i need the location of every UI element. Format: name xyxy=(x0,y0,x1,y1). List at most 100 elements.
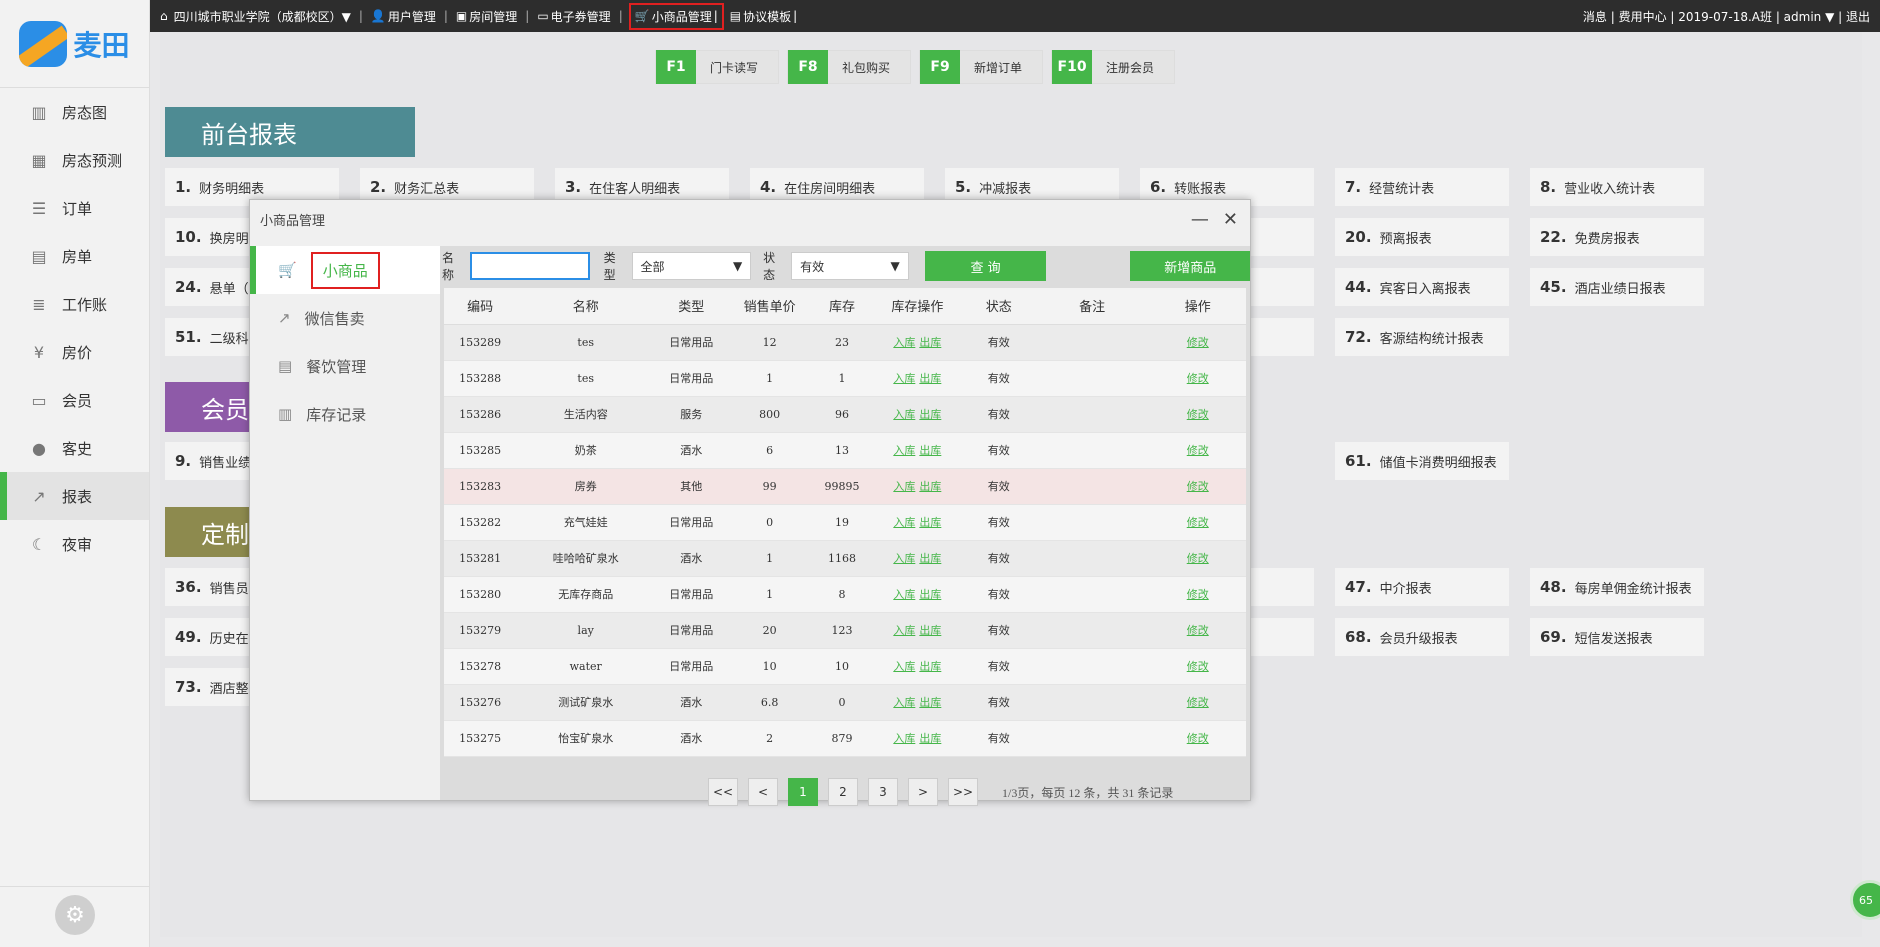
page-button[interactable]: >> xyxy=(948,778,978,806)
report-card[interactable]: 22. 免费房报表 xyxy=(1530,218,1704,256)
stock-out-link[interactable]: 出库 xyxy=(919,624,941,637)
page-info: 1/3页，每页 12 条，共 31 条记录 xyxy=(1002,785,1174,800)
page-button[interactable]: 2 xyxy=(828,778,858,806)
stock-out-link[interactable]: 出库 xyxy=(919,696,941,709)
stock-out-link[interactable]: 出库 xyxy=(919,732,941,745)
edit-link[interactable]: 修改 xyxy=(1187,624,1209,637)
stock-out-link[interactable]: 出库 xyxy=(919,588,941,601)
top-right-links[interactable]: 消息 | 费用中心 | 2019-07-18.A班 | admin ▼ | 退出 xyxy=(1583,8,1870,25)
cell-type: 日常用品 xyxy=(655,612,728,649)
stock-in-link[interactable]: 入库 xyxy=(893,624,915,637)
edit-link[interactable]: 修改 xyxy=(1187,408,1209,421)
close-icon[interactable]: ✕ xyxy=(1223,209,1238,230)
stock-in-link[interactable]: 入库 xyxy=(893,480,915,493)
sidebar-item-9[interactable]: ☾ 夜审 xyxy=(0,520,149,568)
edit-link[interactable]: 修改 xyxy=(1187,336,1209,349)
dialog-nav-item-1[interactable]: ↗ 微信售卖 xyxy=(250,294,440,342)
stock-out-link[interactable]: 出库 xyxy=(919,552,941,565)
stock-in-link[interactable]: 入库 xyxy=(893,588,915,601)
sidebar-item-7[interactable]: ● 客史 xyxy=(0,424,149,472)
menu-goods-management[interactable]: 🛒 小商品管理 | xyxy=(628,2,724,30)
menu-ecoupon-management[interactable]: ▭ 电子券管理 xyxy=(535,6,612,27)
stock-in-link[interactable]: 入库 xyxy=(893,552,915,565)
fkey-button-f8[interactable]: F8 礼包购买 xyxy=(787,50,912,84)
report-card[interactable]: 72. 客源结构统计报表 xyxy=(1335,318,1509,356)
sidebar-item-1[interactable]: ▦ 房态预测 xyxy=(0,136,149,184)
edit-link[interactable]: 修改 xyxy=(1187,444,1209,457)
stock-in-link[interactable]: 入库 xyxy=(893,408,915,421)
trend-icon: ↗ xyxy=(32,486,46,506)
type-select[interactable]: 全部 ▼ xyxy=(631,252,752,280)
report-card[interactable]: 61. 储值卡消费明细报表 xyxy=(1335,442,1509,480)
edit-link[interactable]: 修改 xyxy=(1187,552,1209,565)
fkey-button-f10[interactable]: F10 注册会员 xyxy=(1051,50,1176,84)
stock-in-link[interactable]: 入库 xyxy=(893,660,915,673)
menu-room-management[interactable]: ▣ 房间管理 xyxy=(454,6,519,27)
report-card[interactable]: 20. 预离报表 xyxy=(1335,218,1509,256)
stock-out-link[interactable]: 出库 xyxy=(919,444,941,457)
dialog-nav-item-2[interactable]: ▤ 餐饮管理 xyxy=(250,342,440,390)
stock-out-link[interactable]: 出库 xyxy=(919,516,941,529)
report-title: 宾客日入离报表 xyxy=(1379,281,1471,297)
report-card[interactable]: 44. 宾客日入离报表 xyxy=(1335,268,1509,306)
page-button[interactable]: < xyxy=(748,778,778,806)
report-card[interactable]: 68. 会员升级报表 xyxy=(1335,618,1509,656)
edit-link[interactable]: 修改 xyxy=(1187,696,1209,709)
report-number: 44. xyxy=(1345,278,1372,296)
stock-in-link[interactable]: 入库 xyxy=(893,444,915,457)
fkey-button-f9[interactable]: F9 新增订单 xyxy=(919,50,1044,84)
name-input[interactable] xyxy=(469,252,590,280)
page-button[interactable]: << xyxy=(708,778,738,806)
stock-in-link[interactable]: 入库 xyxy=(893,696,915,709)
edit-link[interactable]: 修改 xyxy=(1187,660,1209,673)
report-card[interactable]: 8. 营业收入统计表 xyxy=(1530,168,1704,206)
page-button[interactable]: 3 xyxy=(868,778,898,806)
report-title: 经营统计表 xyxy=(1369,181,1435,197)
stock-in-link[interactable]: 入库 xyxy=(893,336,915,349)
add-goods-button[interactable]: 新增商品 xyxy=(1130,251,1250,281)
stock-out-link[interactable]: 出库 xyxy=(919,372,941,385)
sidebar-item-0[interactable]: ▥ 房态图 xyxy=(0,88,149,136)
edit-link[interactable]: 修改 xyxy=(1187,516,1209,529)
stock-out-link[interactable]: 出库 xyxy=(919,660,941,673)
stock-out-link[interactable]: 出库 xyxy=(919,480,941,493)
cell-price: 1 xyxy=(727,540,812,577)
dialog-nav-item-3[interactable]: ▥ 库存记录 xyxy=(250,390,440,438)
menu-agreement-template[interactable]: ▤ 协议模板 | xyxy=(728,6,799,27)
stock-in-link[interactable]: 入库 xyxy=(893,372,915,385)
fkey-button-f1[interactable]: F1 门卡读写 xyxy=(655,50,780,84)
sidebar-item-5[interactable]: ¥ 房价 xyxy=(0,328,149,376)
hotel-selector[interactable]: 四川城市职业学院（成都校区）▼ xyxy=(172,6,353,27)
stock-out-link[interactable]: 出库 xyxy=(919,408,941,421)
stock-in-link[interactable]: 入库 xyxy=(893,732,915,745)
report-card[interactable]: 47. 中介报表 xyxy=(1335,568,1509,606)
edit-link[interactable]: 修改 xyxy=(1187,732,1209,745)
page-button[interactable]: > xyxy=(908,778,938,806)
sidebar-item-8[interactable]: ↗ 报表 xyxy=(0,472,149,520)
logo[interactable]: 麦田 xyxy=(0,0,149,88)
cell-status: 有效 xyxy=(962,612,1035,649)
minimize-icon[interactable]: — xyxy=(1191,209,1209,230)
report-card[interactable]: 45. 酒店业绩日报表 xyxy=(1530,268,1704,306)
menu-user-management[interactable]: 👤 用户管理 xyxy=(369,6,438,27)
status-select[interactable]: 有效 ▼ xyxy=(791,252,909,280)
edit-link[interactable]: 修改 xyxy=(1187,372,1209,385)
cell-type: 酒水 xyxy=(655,540,728,577)
page-button[interactable]: 1 xyxy=(788,778,818,806)
report-card[interactable]: 69. 短信发送报表 xyxy=(1530,618,1704,656)
edit-link[interactable]: 修改 xyxy=(1187,480,1209,493)
sidebar-item-6[interactable]: ▭ 会员 xyxy=(0,376,149,424)
sidebar-item-3[interactable]: ▤ 房单 xyxy=(0,232,149,280)
sidebar-item-4[interactable]: ≣ 工作账 xyxy=(0,280,149,328)
filter-bar: 名称 类型 全部 ▼ 状态 有效 ▼ 查 询 新增商品 xyxy=(442,246,1250,286)
report-card[interactable]: 7. 经营统计表 xyxy=(1335,168,1509,206)
stock-out-link[interactable]: 出库 xyxy=(919,336,941,349)
stock-in-link[interactable]: 入库 xyxy=(893,516,915,529)
home-icon[interactable]: ⌂ xyxy=(160,9,168,23)
settings-gear-icon[interactable]: ⚙ xyxy=(55,895,95,935)
dialog-nav-item-0[interactable]: 🛒 小商品 xyxy=(250,246,440,294)
report-card[interactable]: 48. 每房单佣金统计报表 xyxy=(1530,568,1704,606)
sidebar-item-2[interactable]: ☰ 订单 xyxy=(0,184,149,232)
edit-link[interactable]: 修改 xyxy=(1187,588,1209,601)
query-button[interactable]: 查 询 xyxy=(924,251,1047,281)
